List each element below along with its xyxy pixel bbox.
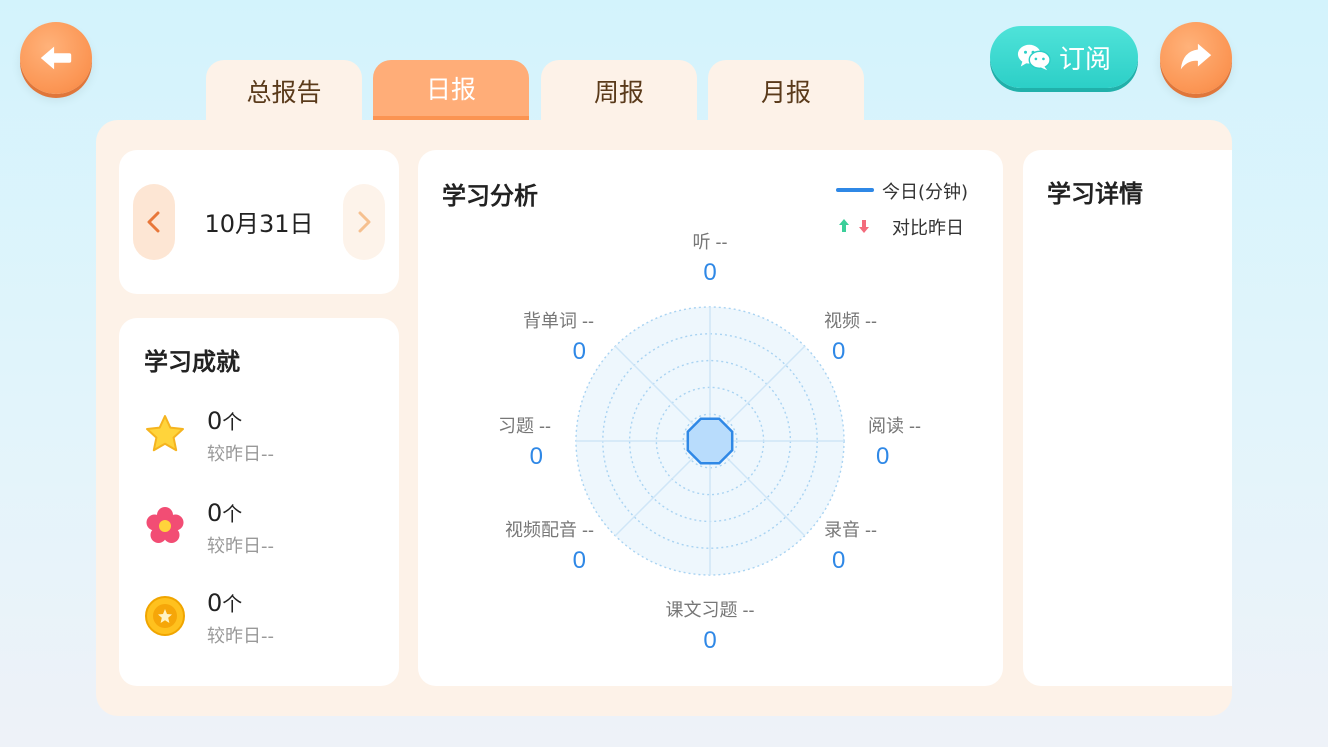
radar-value-label: 0 — [832, 338, 845, 365]
tab-daily-report-label: 日报 — [425, 75, 476, 104]
previous-day-button[interactable] — [133, 184, 175, 260]
achievement-unit: 个 — [222, 502, 243, 526]
tab-total-report-label: 总报告 — [246, 78, 322, 107]
next-day-button[interactable] — [343, 184, 385, 260]
report-panel: 10月31日 学习成就 0个 较昨日-- 0个 较昨日-- 0个 较昨日-- 听… — [96, 120, 1232, 716]
achievements-title: 学习成就 — [144, 348, 240, 376]
radar-category-label: 习题 -- — [498, 416, 551, 436]
achievement-value: 0 — [207, 499, 223, 527]
achievement-value: 0 — [207, 589, 223, 617]
back-arrow-icon — [40, 46, 72, 70]
share-arrow-icon — [1180, 43, 1212, 70]
achievements-card: 学习成就 0个 较昨日-- 0个 较昨日-- 0个 较昨日-- — [119, 318, 399, 686]
tab-weekly-report-label: 周报 — [593, 78, 644, 107]
radar-value-label: 0 — [703, 259, 716, 286]
achievement-compare: 较昨日-- — [207, 536, 274, 557]
radar-category-label: 听 -- — [693, 232, 728, 252]
tab-daily-report[interactable]: 日报 — [373, 60, 529, 122]
radar-category-label: 背单词 -- — [523, 311, 594, 331]
achievement-unit: 个 — [222, 410, 243, 434]
star-icon — [146, 415, 184, 452]
share-button[interactable] — [1160, 22, 1232, 94]
radar-category-label: 视频配音 -- — [505, 520, 594, 540]
tab-weekly-report[interactable]: 周报 — [541, 60, 697, 122]
achievement-count: 0个 — [207, 498, 242, 527]
tab-total-report[interactable]: 总报告 — [206, 60, 362, 122]
date-selector: 10月31日 — [119, 150, 399, 294]
radar-value-label: 0 — [573, 547, 586, 574]
radar-category-label: 阅读 -- — [868, 416, 921, 436]
radar-value-label: 0 — [573, 338, 586, 365]
radar-category-label: 视频 -- — [824, 311, 877, 331]
learning-details-card: 学习详情 — [1023, 150, 1232, 686]
radar-category-label: 录音 -- — [824, 520, 877, 540]
compare-arrows-icon — [839, 219, 869, 233]
achievement-compare: 较昨日-- — [207, 444, 274, 465]
chevron-right-icon — [358, 211, 371, 233]
achievement-count: 0个 — [207, 588, 242, 617]
chevron-left-icon — [147, 211, 160, 233]
back-button[interactable] — [20, 22, 92, 94]
achievement-value: 0 — [207, 407, 223, 435]
legend-compare-label: 对比昨日 — [892, 218, 964, 239]
learning-analysis-card: 听 -- 0 视频 -- 0 阅读 -- 0 录音 -- 0 课文习题 -- 0 视频配音 -- 0 习… — [418, 150, 1003, 686]
achievement-item-flower: 0个 较昨日-- — [143, 498, 383, 558]
medal-icon — [145, 596, 185, 636]
legend-today-line — [836, 188, 874, 192]
flower-icon — [146, 507, 184, 543]
achievement-item-star: 0个 较昨日-- — [143, 406, 383, 466]
radar-value-label: 0 — [832, 547, 845, 574]
tab-monthly-report[interactable]: 月报 — [708, 60, 864, 122]
legend-today-label: 今日(分钟) — [882, 182, 969, 203]
current-date: 10月31日 — [204, 210, 314, 238]
subscribe-label: 订阅 — [1058, 44, 1111, 75]
wechat-icon — [1017, 44, 1051, 71]
tab-monthly-report-label: 月报 — [760, 78, 811, 107]
learning-analysis-title: 学习分析 — [442, 182, 538, 210]
radar-value-label: 0 — [703, 627, 716, 654]
learning-details-title: 学习详情 — [1047, 180, 1143, 208]
achievement-unit: 个 — [222, 592, 243, 616]
achievement-item-medal: 0个 较昨日-- — [143, 588, 383, 648]
radar-value-label: 0 — [530, 443, 543, 470]
achievement-compare: 较昨日-- — [207, 626, 274, 647]
radar-value-label: 0 — [876, 443, 889, 470]
radar-category-label: 课文习题 -- — [666, 600, 755, 620]
radar-series-today — [686, 417, 734, 465]
achievement-count: 0个 — [207, 406, 242, 435]
subscribe-button[interactable]: 订阅 — [990, 26, 1138, 88]
